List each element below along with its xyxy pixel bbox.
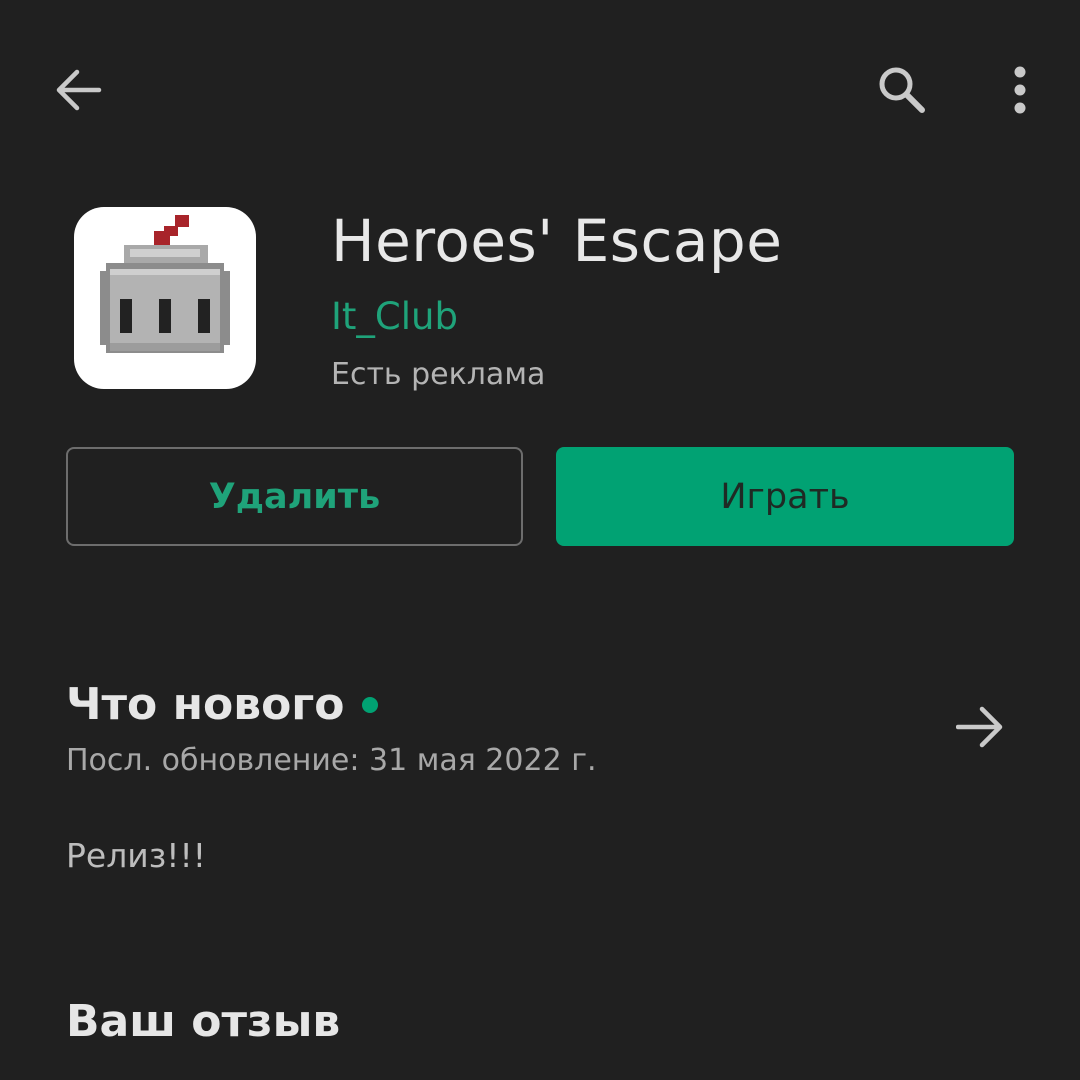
search-icon	[879, 67, 925, 113]
arrow-forward-icon	[956, 706, 1003, 748]
app-title: Heroes' Escape	[331, 207, 783, 275]
developer-link[interactable]: It_Club	[331, 293, 458, 341]
more-options-button[interactable]	[990, 56, 1050, 124]
release-notes: Релиз!!!	[66, 836, 206, 875]
whats-new-expand-button[interactable]	[940, 690, 1020, 764]
your-review-title: Ваш отзыв	[66, 996, 341, 1047]
knight-helmet-icon	[100, 215, 230, 353]
uninstall-button[interactable]: Удалить	[66, 447, 523, 546]
play-button[interactable]: Играть	[556, 447, 1014, 546]
ads-notice: Есть реклама	[331, 357, 546, 392]
new-indicator-dot	[362, 697, 378, 713]
app-icon	[74, 207, 256, 389]
whats-new-title: Что нового	[66, 679, 345, 730]
arrow-back-icon	[56, 69, 102, 111]
search-button[interactable]	[862, 56, 942, 124]
back-button[interactable]	[40, 58, 116, 122]
more-vert-icon	[1014, 66, 1026, 114]
last-update-date: Посл. обновление: 31 мая 2022 г.	[66, 743, 597, 778]
